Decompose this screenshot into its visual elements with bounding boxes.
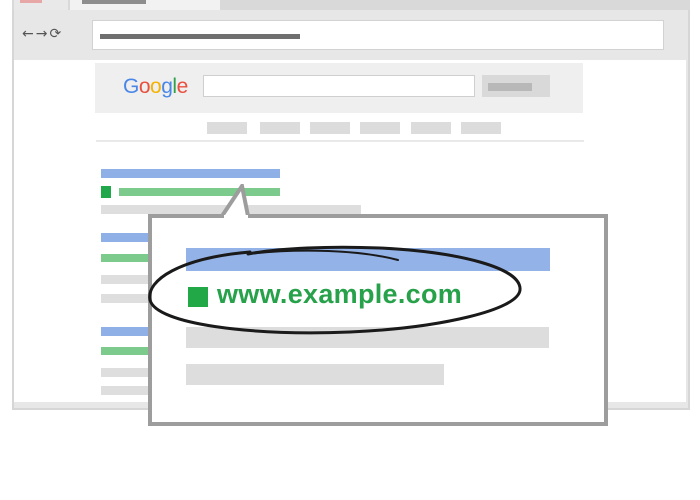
- callout-description-line: [186, 327, 549, 348]
- logo-letter: o: [150, 75, 162, 98]
- callout-ad-headline: [186, 248, 550, 271]
- address-text-placeholder: [100, 34, 300, 39]
- search-tab[interactable]: [411, 122, 451, 134]
- result-url[interactable]: [101, 347, 149, 355]
- result-description: [101, 386, 149, 395]
- result-description: [101, 368, 149, 377]
- search-tab[interactable]: [260, 122, 300, 134]
- search-tab-all[interactable]: [207, 122, 247, 134]
- search-tab[interactable]: [360, 122, 400, 134]
- result-url[interactable]: [101, 254, 149, 262]
- logo-letter: e: [176, 75, 189, 98]
- result-description: [101, 275, 149, 284]
- browser-tab-active[interactable]: [70, 0, 220, 10]
- back-forward-reload-icons[interactable]: ←→⟳: [22, 26, 63, 42]
- logo-letter: G: [123, 75, 139, 98]
- browser-tab[interactable]: [14, 0, 68, 10]
- result-description: [101, 294, 149, 303]
- search-input[interactable]: [203, 75, 475, 97]
- search-tab[interactable]: [461, 122, 501, 134]
- result-headline[interactable]: [101, 327, 149, 336]
- logo-letter: g: [161, 75, 173, 98]
- callout-display-url[interactable]: www.example.com: [217, 279, 462, 310]
- results-divider: [96, 140, 584, 142]
- search-button[interactable]: [482, 75, 550, 97]
- callout-zoom-panel: [148, 214, 608, 426]
- ad-badge: [101, 186, 111, 198]
- logo-letter: o: [138, 75, 151, 98]
- callout-ad-badge: [188, 287, 208, 307]
- callout-pointer: [220, 184, 250, 218]
- ad-result-headline[interactable]: [101, 169, 280, 178]
- callout-description-line: [186, 364, 444, 385]
- result-headline[interactable]: [101, 233, 149, 242]
- search-tab[interactable]: [310, 122, 350, 134]
- google-logo: Google: [123, 75, 188, 99]
